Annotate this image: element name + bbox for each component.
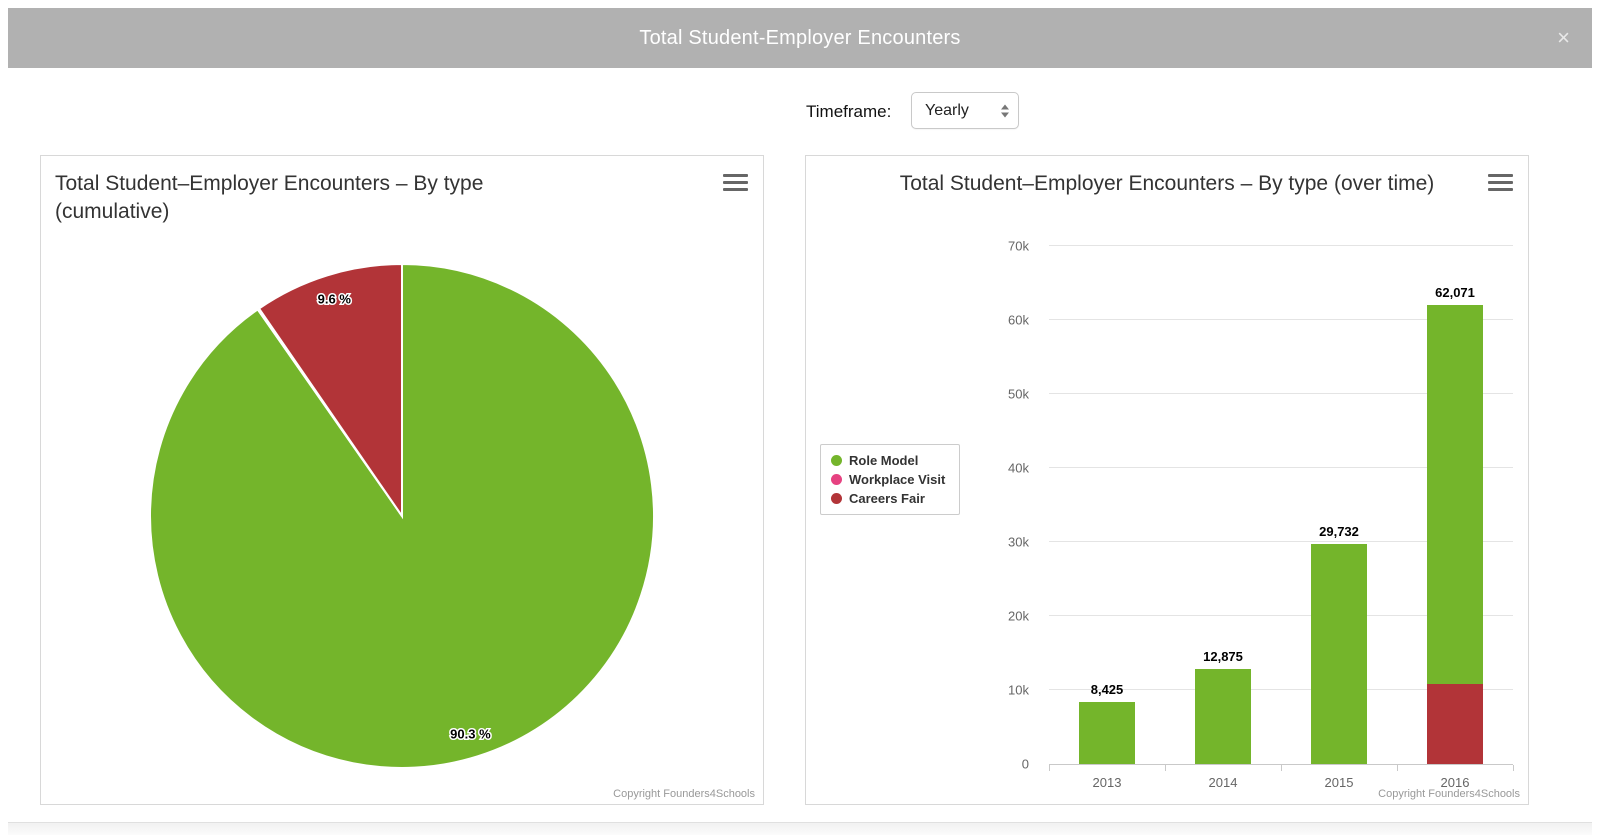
chevron-down-icon <box>1001 112 1009 117</box>
x-axis-tick <box>1513 765 1514 771</box>
legend-marker-icon <box>831 455 842 466</box>
bar-total-label: 12,875 <box>1203 648 1243 664</box>
bar-plot-area: 8,425 12,875 29,732 62,071 <box>1049 245 1513 765</box>
y-axis-label: 0 <box>1021 756 1029 772</box>
y-axis-label: 20k <box>1008 608 1029 624</box>
x-axis-tick <box>1397 765 1398 771</box>
legend-marker-icon <box>831 474 842 485</box>
chart-context-menu-icon[interactable] <box>723 174 748 191</box>
y-axis-label: 30k <box>1008 534 1029 550</box>
close-icon[interactable]: × <box>1557 27 1570 49</box>
legend-label: Workplace Visit <box>849 472 946 487</box>
legend-item-role-model[interactable]: Role Model <box>831 453 945 468</box>
modal-header: Total Student-Employer Encounters × <box>8 8 1592 68</box>
bar-segment-role-model[interactable] <box>1311 543 1367 764</box>
y-axis-label: 60k <box>1008 312 1029 328</box>
modal-title: Total Student-Employer Encounters <box>639 26 961 49</box>
bar-chart-title: Total Student–Employer Encounters – By t… <box>899 172 1435 195</box>
pie-data-label: 9.6 % <box>318 291 352 306</box>
bar-total-label: 8,425 <box>1090 681 1124 697</box>
bar-segment-role-model[interactable] <box>1195 668 1251 764</box>
bar-total-label: 62,071 <box>1435 284 1475 300</box>
chart-context-menu-icon[interactable] <box>1488 174 1513 191</box>
timeframe-label: Timeframe: <box>806 102 892 121</box>
modal-bottom-edge <box>8 822 1592 835</box>
gridline <box>1049 245 1513 246</box>
chart-legend: Role Model Workplace Visit Careers Fair <box>820 444 961 515</box>
y-axis-label: 50k <box>1008 386 1029 402</box>
pie-chart: 90.3 % 9.6 % <box>149 262 655 769</box>
y-axis-label: 40k <box>1008 460 1029 476</box>
pie-data-label: 90.3 % <box>450 727 491 742</box>
x-axis-tick <box>1281 765 1282 771</box>
legend-label: Role Model <box>849 453 919 468</box>
bar-segment-careers-fair[interactable] <box>1427 684 1483 764</box>
x-axis-tick <box>1165 765 1166 771</box>
x-axis-label: 2015 <box>1324 775 1354 790</box>
bar-chart-panel: Total Student–Employer Encounters – By t… <box>805 155 1529 805</box>
chevron-up-icon <box>1001 104 1009 109</box>
y-axis-label: 70k <box>1008 238 1029 254</box>
chart-credit: Copyright Founders4Schools <box>1378 788 1520 800</box>
select-stepper-icon <box>1001 104 1009 117</box>
legend-item-workplace-visit[interactable]: Workplace Visit <box>831 472 945 487</box>
y-axis-label: 10k <box>1008 682 1029 698</box>
pie-chart-title: Total Student–Employer Encounters – By t… <box>55 172 484 224</box>
x-axis-label: 2013 <box>1092 775 1122 790</box>
timeframe-selected-value: Yearly <box>925 101 969 119</box>
bar-segment-role-model[interactable] <box>1427 304 1483 685</box>
legend-item-careers-fair[interactable]: Careers Fair <box>831 491 945 506</box>
pie-chart-panel: Total Student–Employer Encounters – By t… <box>40 155 764 805</box>
legend-label: Careers Fair <box>849 491 925 506</box>
bar-total-label: 29,732 <box>1319 523 1359 539</box>
bar-segment-role-model[interactable] <box>1079 701 1135 764</box>
legend-marker-icon <box>831 493 842 504</box>
x-axis-label: 2014 <box>1208 775 1238 790</box>
x-axis-tick <box>1049 765 1050 771</box>
chart-credit: Copyright Founders4Schools <box>613 788 755 800</box>
timeframe-select[interactable]: Yearly <box>911 92 1019 129</box>
